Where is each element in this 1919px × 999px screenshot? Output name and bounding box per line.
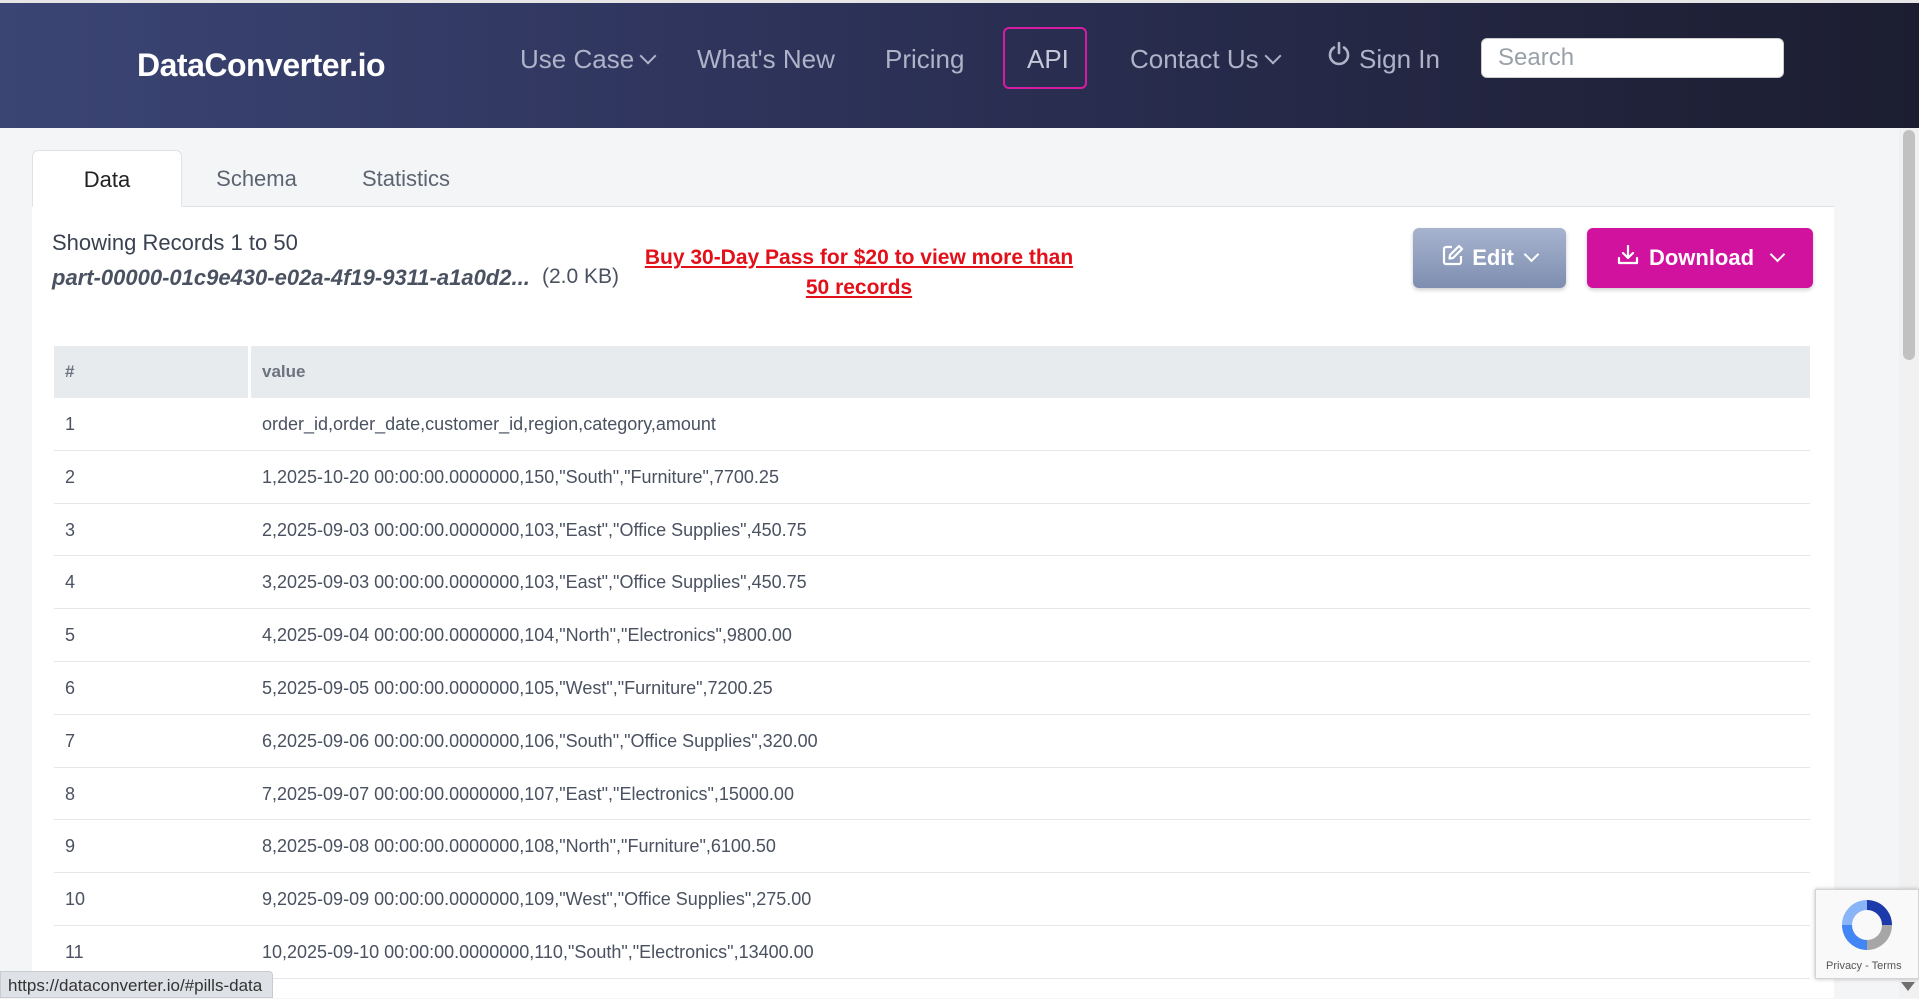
row-value: 3,2025-09-03 00:00:00.0000000,103,"East"… bbox=[262, 572, 807, 593]
row-index: 5 bbox=[65, 625, 76, 646]
chevron-down-icon bbox=[1769, 246, 1786, 262]
tab-schema[interactable]: Schema bbox=[190, 150, 323, 207]
nav-contact-us[interactable]: Contact Us bbox=[1130, 41, 1282, 77]
row-index: 7 bbox=[65, 730, 76, 751]
status-bar-url: https://dataconverter.io/#pills-data bbox=[0, 971, 274, 998]
brand-logo[interactable]: DataConverter.io bbox=[137, 47, 386, 84]
table-row: 9 8,2025-09-08 00:00:00.0000000,108,"Nort… bbox=[54, 820, 1810, 874]
row-value: 4,2025-09-04 00:00:00.0000000,104,"North… bbox=[262, 625, 792, 646]
table-row: 6 5,2025-09-05 00:00:00.0000000,105,"West… bbox=[54, 662, 1810, 715]
column-header-value: value bbox=[262, 362, 306, 381]
nav-contact-us-label: Contact Us bbox=[1130, 44, 1259, 74]
nav-use-case[interactable]: Use Case bbox=[520, 41, 657, 77]
row-index: 1 bbox=[65, 414, 76, 434]
file-name: part-00000-01c9e430-e02a-4f19-9311-a1a0d… bbox=[52, 265, 530, 290]
scrollbar-thumb[interactable] bbox=[1903, 130, 1915, 360]
top-navbar: DataConverter.io Use Case What's New Pri… bbox=[0, 0, 1919, 128]
buy-pass-link[interactable]: Buy 30-Day Pass for $20 to view more tha… bbox=[640, 243, 1078, 303]
row-value: 5,2025-09-05 00:00:00.0000000,105,"West"… bbox=[262, 678, 773, 698]
row-index: 2 bbox=[65, 466, 76, 487]
row-index: 4 bbox=[65, 572, 76, 593]
edit-button[interactable]: Edit bbox=[1413, 228, 1566, 288]
edit-button-label: Edit bbox=[1472, 245, 1514, 270]
recaptcha-links: Privacy - Terms bbox=[1826, 960, 1902, 972]
table-row: 2 1,2025-10-20 00:00:00.0000000,150,"Sout… bbox=[54, 451, 1810, 504]
records-range: Showing Records 1 to 50 bbox=[52, 230, 298, 255]
row-value: 7,2025-09-07 00:00:00.0000000,107,"East"… bbox=[262, 783, 794, 804]
table-row: 1 order_id,order_date,customer_id,region,… bbox=[54, 398, 1810, 451]
power-icon bbox=[1327, 40, 1351, 76]
column-header-index: # bbox=[65, 362, 75, 381]
scroll-down-arrow-icon[interactable] bbox=[1901, 982, 1915, 991]
recaptcha-terms-link[interactable]: Terms bbox=[1872, 960, 1902, 972]
nav-whats-new[interactable]: What's New bbox=[697, 41, 835, 77]
nav-use-case-label: Use Case bbox=[520, 44, 635, 74]
recaptcha-badge[interactable]: Privacy - Terms bbox=[1815, 889, 1919, 979]
download-button-label: Download bbox=[1648, 245, 1755, 270]
row-value: 1,2025-10-20 00:00:00.0000000,150,"South… bbox=[262, 466, 779, 487]
column-divider bbox=[248, 346, 251, 398]
row-value: 2,2025-09-03 00:00:00.0000000,103,"East"… bbox=[262, 519, 807, 540]
row-value: 8,2025-09-08 00:00:00.0000000,108,"North… bbox=[262, 836, 776, 857]
table-row: 8 7,2025-09-07 00:00:00.0000000,107,"East… bbox=[54, 768, 1810, 821]
table-row: 11 10,2025-09-10 00:00:00.0000000,110,"So… bbox=[54, 926, 1810, 979]
edit-icon bbox=[1442, 244, 1464, 272]
row-value: order_id,order_date,customer_id,region,c… bbox=[262, 414, 716, 434]
table-row: 4 3,2025-09-03 00:00:00.0000000,103,"East… bbox=[54, 556, 1810, 610]
row-index: 9 bbox=[65, 836, 76, 857]
tab-statistics[interactable]: Statistics bbox=[350, 150, 462, 207]
nav-sign-in[interactable]: Sign In bbox=[1327, 41, 1440, 77]
row-value: 9,2025-09-09 00:00:00.0000000,109,"West"… bbox=[262, 889, 812, 910]
chevron-down-icon bbox=[639, 47, 657, 65]
download-button[interactable]: Download bbox=[1587, 228, 1813, 288]
recaptcha-privacy-link[interactable]: Privacy bbox=[1826, 960, 1862, 972]
table-row: 3 2,2025-09-03 00:00:00.0000000,103,"East… bbox=[54, 504, 1810, 557]
row-index: 6 bbox=[65, 678, 76, 698]
row-index: 8 bbox=[65, 783, 76, 804]
table-row: 5 4,2025-09-04 00:00:00.0000000,104,"Nort… bbox=[54, 609, 1810, 662]
tab-data[interactable]: Data bbox=[32, 150, 182, 207]
row-index: 10 bbox=[65, 889, 86, 910]
table-row: 7 6,2025-09-06 00:00:00.0000000,106,"Sout… bbox=[54, 715, 1810, 768]
row-value: 6,2025-09-06 00:00:00.0000000,106,"South… bbox=[262, 730, 818, 751]
chevron-down-icon bbox=[1264, 47, 1282, 65]
search-input[interactable] bbox=[1481, 38, 1784, 78]
nav-sign-in-label: Sign In bbox=[1359, 44, 1440, 74]
table-header: # value bbox=[54, 346, 1810, 398]
chevron-down-icon bbox=[1523, 246, 1540, 262]
recaptcha-icon bbox=[1842, 900, 1892, 950]
row-index: 3 bbox=[65, 519, 76, 540]
recaptcha-separator: - bbox=[1862, 960, 1872, 972]
download-icon bbox=[1617, 244, 1639, 272]
row-value: 10,2025-09-10 00:00:00.0000000,110,"Sout… bbox=[262, 942, 814, 962]
nav-pricing[interactable]: Pricing bbox=[885, 41, 964, 77]
nav-api[interactable]: API bbox=[1027, 41, 1069, 77]
file-size: (2.0 KB) bbox=[542, 265, 620, 288]
table-row: 10 9,2025-09-09 00:00:00.0000000,109,"Wes… bbox=[54, 873, 1810, 926]
